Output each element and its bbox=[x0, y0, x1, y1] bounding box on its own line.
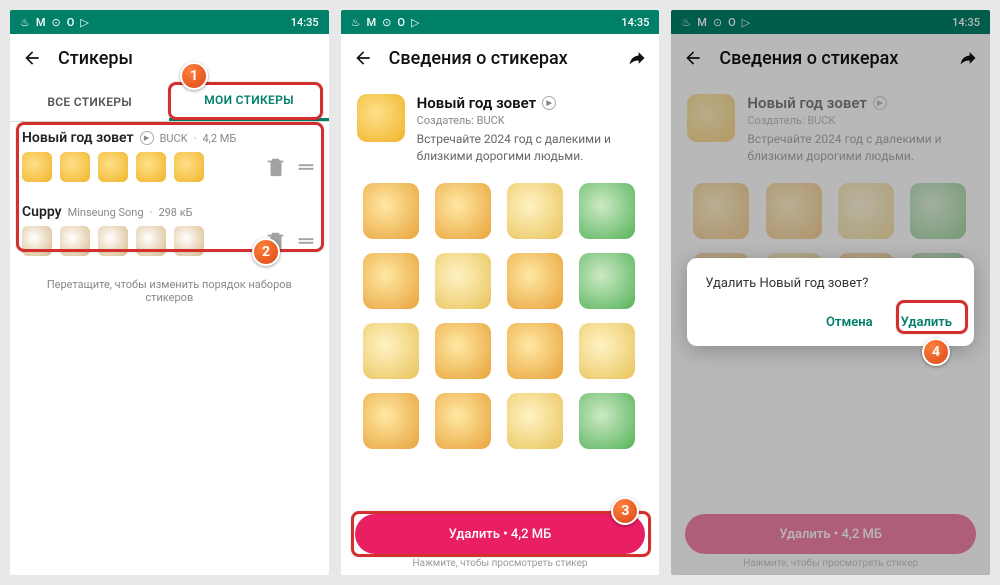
sticker-preview bbox=[174, 226, 204, 256]
sticker-preview bbox=[60, 152, 90, 182]
sticker[interactable] bbox=[507, 393, 563, 449]
pack-creator: Создатель: BUCK bbox=[417, 114, 644, 127]
pack-title: Новый год зовет bbox=[417, 94, 537, 112]
pack-name: Cuppy bbox=[22, 204, 62, 220]
pack-author: BUCK bbox=[160, 132, 188, 145]
mail-icon: M bbox=[36, 16, 46, 29]
circle-icon: O bbox=[397, 16, 405, 29]
tap-hint: Нажмите, чтобы просмотреть стикер bbox=[355, 554, 646, 569]
delete-button[interactable]: Удалить • 4,2 МБ bbox=[355, 514, 646, 554]
dialog-message: Удалить Новый год зовет? bbox=[705, 276, 956, 291]
pack-row-1[interactable]: Новый год зовет ▶ BUCK · 4,2 МБ bbox=[10, 122, 329, 196]
marker-2: 2 bbox=[252, 238, 280, 266]
sticker[interactable] bbox=[507, 253, 563, 309]
status-left-icons: ♨ M ⊙ O ▷ bbox=[351, 16, 420, 29]
viber-icon: ⊙ bbox=[382, 16, 391, 29]
drag-handle-icon[interactable] bbox=[295, 230, 317, 252]
sticker-preview bbox=[98, 226, 128, 256]
mail-icon: M bbox=[367, 16, 377, 29]
dialog-cancel-button[interactable]: Отмена bbox=[822, 309, 877, 336]
sticker-preview bbox=[174, 152, 204, 182]
marker-4: 4 bbox=[922, 338, 950, 366]
sticker[interactable] bbox=[363, 253, 419, 309]
sticker[interactable] bbox=[579, 323, 635, 379]
sticker[interactable] bbox=[435, 393, 491, 449]
pack-detail-header: Новый год зовет ▶ Создатель: BUCK Встреч… bbox=[341, 82, 660, 169]
dialog-confirm-button[interactable]: Удалить bbox=[897, 309, 956, 336]
pack-description: Встречайте 2024 год с далекими и близким… bbox=[417, 131, 644, 165]
status-time: 14:35 bbox=[291, 16, 319, 29]
sticker[interactable] bbox=[435, 183, 491, 239]
status-time: 14:35 bbox=[621, 16, 649, 29]
animated-icon: ▶ bbox=[140, 131, 154, 145]
sticker-preview bbox=[98, 152, 128, 182]
sticker[interactable] bbox=[363, 323, 419, 379]
sticker-preview bbox=[136, 152, 166, 182]
pack-author: Minseung Song bbox=[68, 206, 144, 219]
sticker[interactable] bbox=[435, 323, 491, 379]
sticker[interactable] bbox=[579, 183, 635, 239]
play-icon: ▷ bbox=[411, 16, 419, 29]
statusbar: ♨ M ⊙ O ▷ 14:35 bbox=[10, 10, 329, 34]
statusbar: ♨ M ⊙ O ▷ 14:35 bbox=[341, 10, 660, 34]
trash-icon[interactable] bbox=[265, 156, 287, 178]
sticker[interactable] bbox=[363, 393, 419, 449]
circle-icon: O bbox=[67, 16, 75, 29]
sticker[interactable] bbox=[435, 253, 491, 309]
page-title: Сведения о стикерах bbox=[389, 48, 612, 69]
flame-icon: ♨ bbox=[20, 16, 30, 29]
sticker[interactable] bbox=[507, 183, 563, 239]
sticker-preview bbox=[22, 152, 52, 182]
phone-screen-1: ♨ M ⊙ O ▷ 14:35 Стикеры ВСЕ СТИКЕРЫ МОИ … bbox=[10, 10, 329, 575]
sticker-grid bbox=[341, 169, 660, 463]
play-icon: ▷ bbox=[80, 16, 88, 29]
animated-icon: ▶ bbox=[542, 96, 556, 110]
share-icon[interactable] bbox=[627, 48, 647, 68]
tab-all-stickers[interactable]: ВСЕ СТИКЕРЫ bbox=[10, 82, 169, 121]
pack-row-2[interactable]: Cuppy Minseung Song · 298 кБ bbox=[10, 196, 329, 270]
flame-icon: ♨ bbox=[351, 16, 361, 29]
viber-icon: ⊙ bbox=[52, 16, 61, 29]
pack-size: 4,2 МБ bbox=[203, 132, 237, 145]
appbar: Стикеры bbox=[10, 34, 329, 82]
sticker[interactable] bbox=[579, 253, 635, 309]
sticker-preview bbox=[60, 226, 90, 256]
phone-screen-3: ♨ M ⊙ O ▷ 14:35 Сведения о стикерах Новы… bbox=[671, 10, 990, 575]
back-icon[interactable] bbox=[22, 48, 42, 68]
sticker[interactable] bbox=[363, 183, 419, 239]
marker-1: 1 bbox=[180, 62, 208, 90]
confirm-dialog: Удалить Новый год зовет? Отмена Удалить bbox=[687, 258, 974, 346]
appbar: Сведения о стикерах bbox=[341, 34, 660, 82]
pack-name: Новый год зовет bbox=[22, 130, 134, 146]
status-left-icons: ♨ M ⊙ O ▷ bbox=[20, 16, 89, 29]
drag-handle-icon[interactable] bbox=[295, 156, 317, 178]
back-icon[interactable] bbox=[353, 48, 373, 68]
tabs: ВСЕ СТИКЕРЫ МОИ СТИКЕРЫ bbox=[10, 82, 329, 122]
sticker[interactable] bbox=[507, 323, 563, 379]
drag-hint: Перетащите, чтобы изменить порядок набор… bbox=[10, 270, 329, 312]
sticker-preview bbox=[22, 226, 52, 256]
phone-screen-2: ♨ M ⊙ O ▷ 14:35 Сведения о стикерах Новы… bbox=[341, 10, 660, 575]
sticker-preview bbox=[136, 226, 166, 256]
sticker[interactable] bbox=[579, 393, 635, 449]
pack-thumbnail bbox=[357, 94, 405, 142]
pack-size: 298 кБ bbox=[158, 206, 192, 219]
